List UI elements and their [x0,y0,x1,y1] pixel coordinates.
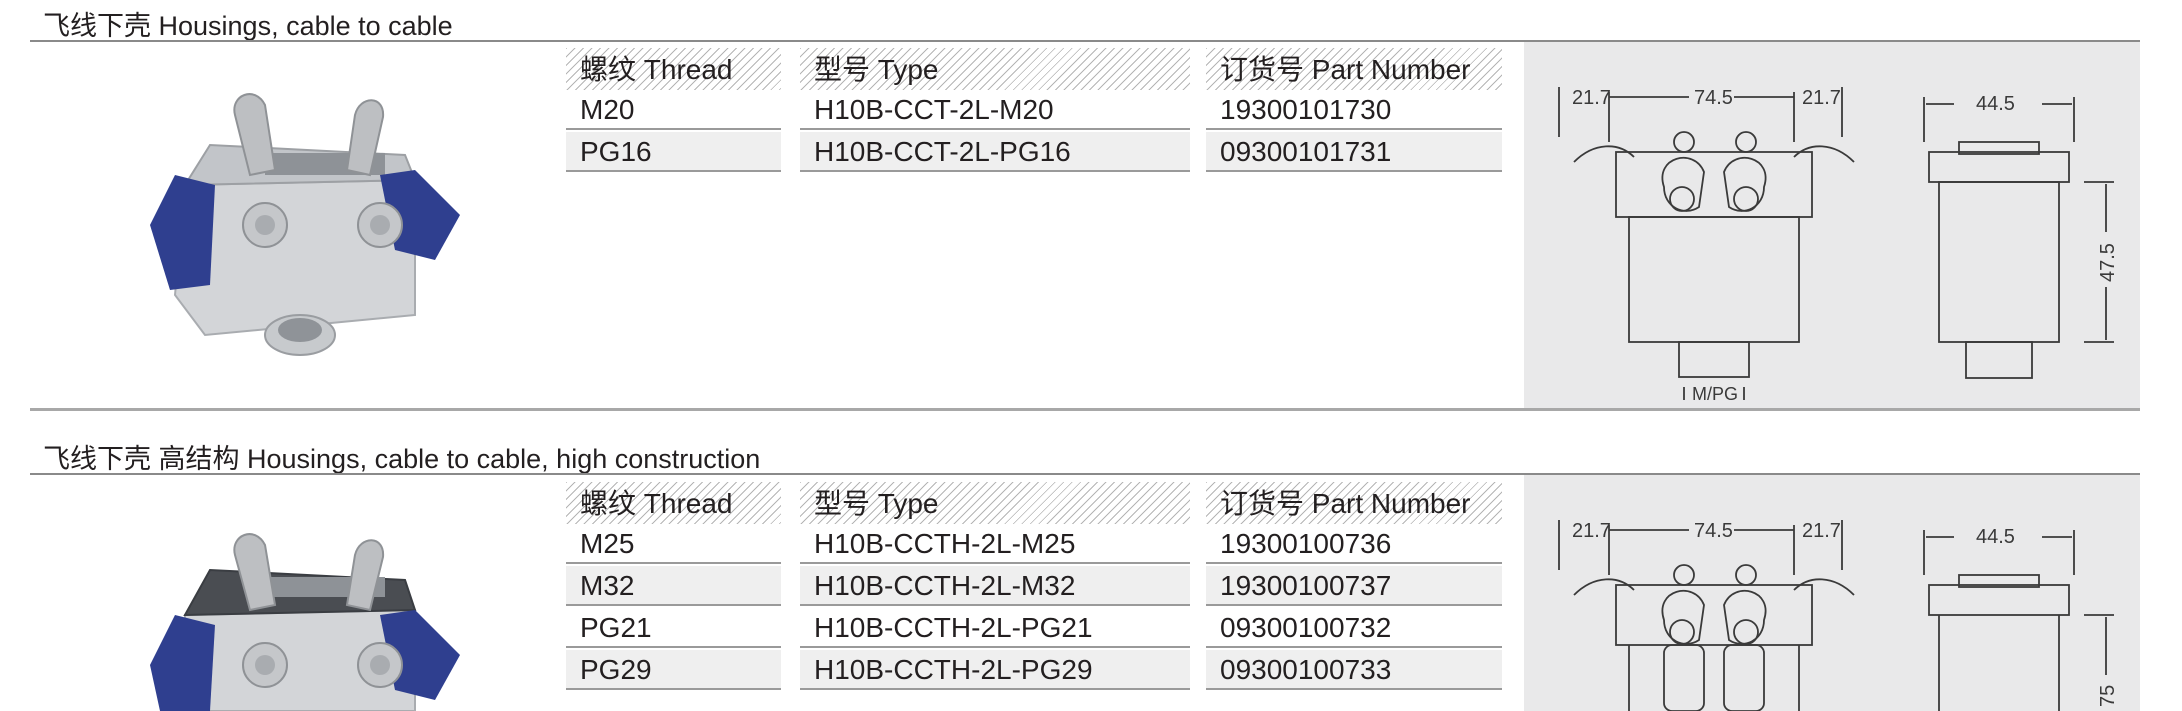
dim-side-width: 44.5 [1976,526,2015,548]
section-cable-to-cable: 飞线下壳 Housings, cable to cable 螺纹 Thread … [0,0,2182,420]
table-row-part: 19300100736 [1206,524,1502,564]
table-row-part: 19300100737 [1206,566,1502,606]
table-row-type: H10B-CCTH-2L-PG29 [800,650,1190,690]
product-photo [150,533,460,711]
table-row-thread: PG21 [566,608,781,648]
technical-drawing: 21.7 74.5 21.7 44.5 47.5 M/PG [1558,87,2119,404]
section-cable-to-cable-high: 飞线下壳 高结构 Housings, cable to cable, high … [0,420,2182,711]
section-title: 飞线下壳 高结构 Housings, cable to cable, high … [43,444,761,474]
table-row-type: H10B-CCTH-2L-M32 [800,566,1190,606]
header-type: 型号 Type [800,48,1190,90]
table-row-type: H10B-CCTH-2L-PG21 [800,608,1190,648]
product-photo [150,93,460,356]
section-bottom-rule [30,408,2140,411]
dim-center: 74.5 [1694,87,1733,109]
table-row-thread: M20 [566,90,781,130]
header-part-label: 订货号 Part Number [1220,54,1471,85]
header-part-number: 订货号 Part Number [1206,482,1502,524]
table-row-part: 09300101731 [1206,132,1502,172]
dim-right: 21.7 [1802,87,1841,109]
dim-height: 75 [2097,685,2119,707]
header-part-number: 订货号 Part Number [1206,48,1502,90]
table-row-thread: PG16 [566,132,781,172]
dim-thread: M/PG [1692,384,1738,404]
header-type: 型号 Type [800,482,1190,524]
technical-drawing: 21.7 74.5 21.7 44.5 75 [1558,520,2119,711]
table-row-thread: M25 [566,524,781,564]
section-title: 飞线下壳 Housings, cable to cable [43,11,453,41]
table-row-type: H10B-CCT-2L-PG16 [800,132,1190,172]
header-thread-label: 螺纹 Thread [580,54,733,85]
dim-left: 21.7 [1572,87,1611,109]
dim-right: 21.7 [1802,520,1841,542]
header-thread: 螺纹 Thread [566,48,781,90]
dim-height: 47.5 [2097,243,2119,282]
table-row-part: 09300100733 [1206,650,1502,690]
table-row-part: 09300100732 [1206,608,1502,648]
table-row-part: 19300101730 [1206,90,1502,130]
table-row-thread: PG29 [566,650,781,690]
table-row-type: H10B-CCTH-2L-M25 [800,524,1190,564]
header-thread: 螺纹 Thread [566,482,781,524]
header-type-label: 型号 Type [814,54,939,85]
table-row-type: H10B-CCT-2L-M20 [800,90,1190,130]
dim-left: 21.7 [1572,520,1611,542]
table-row-thread: M32 [566,566,781,606]
dim-side-width: 44.5 [1976,93,2015,115]
dim-center: 74.5 [1694,520,1733,542]
